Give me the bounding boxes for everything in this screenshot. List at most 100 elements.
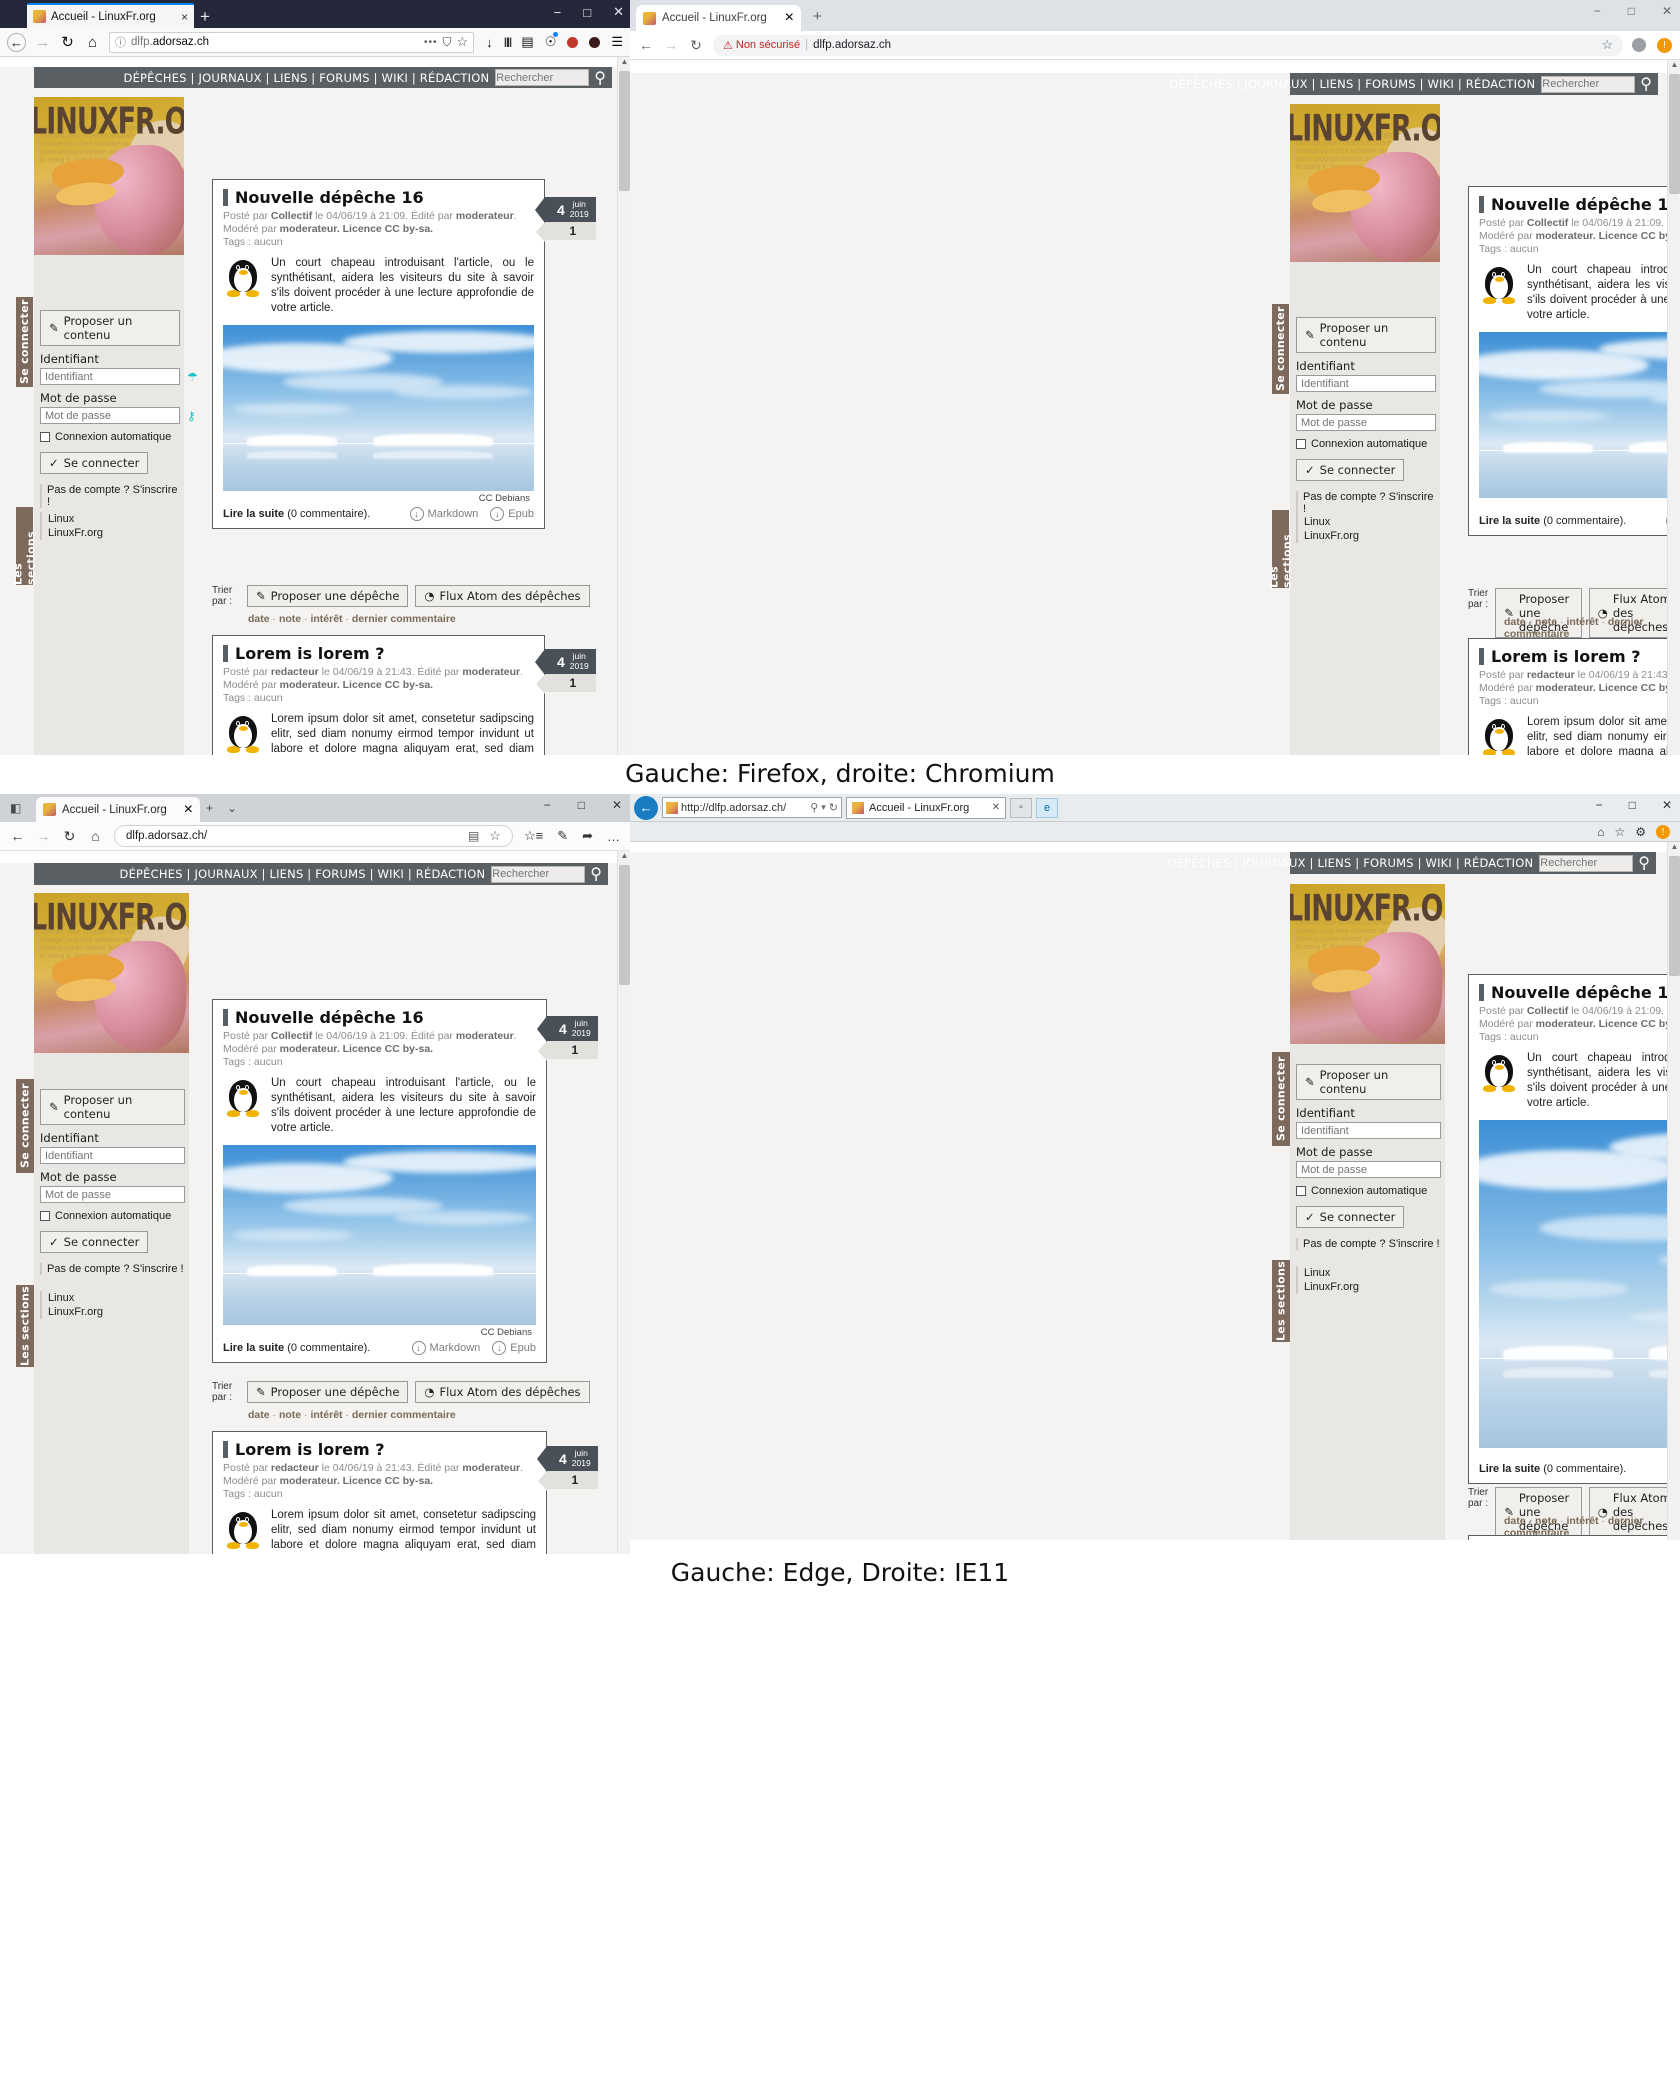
propose-depeche-button[interactable]: ✎ Proposer une dépêche bbox=[247, 1381, 409, 1403]
meta-license[interactable]: . Licence CC by-sa. bbox=[337, 679, 433, 691]
update-menu-icon[interactable]: ! bbox=[1657, 37, 1672, 53]
password-field[interactable]: ⚷ bbox=[40, 407, 196, 424]
search-icon[interactable]: ⚲ bbox=[810, 801, 818, 814]
meta-author[interactable]: redacteur bbox=[1527, 669, 1575, 681]
meta-moderator[interactable]: moderateur bbox=[1536, 230, 1593, 242]
ie11-tab[interactable]: Accueil - LinuxFr.org ✕ bbox=[846, 796, 1006, 819]
settings-icon[interactable]: … bbox=[607, 829, 620, 844]
close-tab-icon[interactable]: × bbox=[181, 10, 188, 24]
new-tab-button[interactable]: + bbox=[206, 801, 213, 815]
maximize-button[interactable]: □ bbox=[1628, 4, 1635, 18]
register-link[interactable]: Pas de compte ? S'inscrire ! bbox=[40, 484, 180, 508]
article-title[interactable]: Nouvelle dépêche 16 bbox=[1491, 195, 1680, 214]
sidebar-tab-sections[interactable]: Les sections bbox=[1268, 510, 1294, 588]
password-field[interactable] bbox=[40, 1186, 187, 1203]
minimize-button[interactable]: − bbox=[1594, 4, 1601, 18]
home-icon[interactable]: ⌂ bbox=[1597, 825, 1604, 839]
close-tab-icon[interactable]: × bbox=[785, 9, 794, 27]
search-icon[interactable]: ⚲ bbox=[590, 864, 602, 884]
minimize-button[interactable]: − bbox=[544, 798, 551, 812]
auto-login-checkbox[interactable] bbox=[1296, 1186, 1306, 1196]
home-button[interactable]: ⌂ bbox=[88, 828, 103, 844]
maximize-button[interactable]: □ bbox=[578, 798, 585, 812]
edge-tab[interactable]: Accueil - LinuxFr.org × bbox=[36, 797, 200, 822]
reload-button[interactable]: ↻ bbox=[688, 37, 704, 54]
meta-license[interactable]: . Licence CC by-sa. bbox=[337, 1043, 433, 1055]
page-scrollbar[interactable]: ▲ bbox=[617, 57, 630, 755]
identifier-field[interactable] bbox=[40, 1147, 187, 1164]
back-button[interactable]: ← bbox=[634, 795, 658, 820]
new-tab-button[interactable]: + bbox=[200, 7, 210, 27]
meta-author[interactable]: redacteur bbox=[271, 666, 319, 678]
search-input[interactable] bbox=[496, 70, 589, 85]
close-tab-icon[interactable]: ✕ bbox=[992, 802, 1000, 813]
page-actions-icon[interactable]: ••• bbox=[424, 37, 438, 48]
minimize-button[interactable]: − bbox=[554, 5, 562, 20]
page-scrollbar[interactable]: ▲ bbox=[1667, 842, 1680, 1540]
meta-moderator[interactable]: moderateur bbox=[1536, 682, 1593, 694]
auto-login-row[interactable]: Connexion automatique bbox=[1296, 438, 1436, 450]
identifier-input[interactable] bbox=[45, 370, 187, 383]
address-bar[interactable]: ⚠ Non sécurisé | dlfp.adorsaz.ch ☆ bbox=[713, 34, 1623, 56]
auto-login-row[interactable]: Connexion automatique bbox=[40, 1210, 185, 1222]
read-more-link[interactable]: Lire la suite bbox=[223, 1342, 284, 1354]
alert-icon[interactable]: ! bbox=[1656, 825, 1670, 839]
search-box[interactable] bbox=[495, 69, 590, 86]
maximize-button[interactable]: □ bbox=[1629, 798, 1636, 812]
section-item-linuxfr[interactable]: LinuxFr.org bbox=[48, 1305, 185, 1319]
firefox-tab[interactable]: Accueil - LinuxFr.org × bbox=[27, 3, 194, 28]
propose-depeche-button[interactable]: ✎ Proposer une dépêche bbox=[247, 585, 409, 607]
search-box[interactable] bbox=[1541, 75, 1636, 93]
search-icon[interactable]: ⚲ bbox=[594, 68, 606, 88]
meta-author[interactable]: Collectif bbox=[1527, 217, 1568, 229]
identifier-field[interactable] bbox=[1296, 375, 1443, 392]
password-input[interactable] bbox=[1301, 416, 1443, 429]
ublock-icon[interactable] bbox=[567, 36, 579, 48]
sort-option-dernier[interactable]: dernier commentaire bbox=[352, 1409, 456, 1421]
sort-option-date[interactable]: date bbox=[248, 1409, 270, 1421]
open-in-edge-icon[interactable]: e bbox=[1036, 797, 1058, 818]
reload-button[interactable]: ↻ bbox=[62, 828, 77, 845]
section-item-linux[interactable]: Linux bbox=[48, 512, 180, 526]
minimize-button[interactable]: − bbox=[1596, 798, 1603, 812]
new-tab-button[interactable]: + bbox=[813, 8, 822, 25]
epub-link[interactable]: ↓ Epub bbox=[490, 507, 534, 521]
meta-moderator[interactable]: moderateur bbox=[280, 1043, 337, 1055]
site-logo[interactable]: LINUXFR.ORG bbox=[1290, 108, 1440, 150]
home-button[interactable]: ⌂ bbox=[84, 34, 101, 51]
section-item-linuxfr[interactable]: LinuxFr.org bbox=[48, 526, 180, 540]
identifier-field[interactable] bbox=[1296, 1122, 1443, 1139]
site-logo[interactable]: LINUXFR.ORG bbox=[34, 897, 189, 939]
section-item-linuxfr[interactable]: LinuxFr.org bbox=[1304, 529, 1436, 543]
login-button[interactable]: ✓ Se connecter bbox=[1296, 1206, 1405, 1228]
article-title[interactable]: Lorem is lorem ? bbox=[235, 1440, 385, 1459]
propose-content-button[interactable]: ✎ Proposer un contenu bbox=[1296, 1064, 1441, 1100]
identifier-input[interactable] bbox=[1301, 377, 1443, 390]
login-button[interactable]: ✓ Se connecter bbox=[40, 1231, 149, 1253]
comment-badge[interactable]: 1 bbox=[538, 1471, 598, 1491]
identifier-field[interactable]: ☂ bbox=[40, 368, 198, 385]
read-more-link[interactable]: Lire la suite bbox=[1479, 1463, 1540, 1475]
download-icon[interactable]: ↓ bbox=[486, 35, 493, 50]
close-button[interactable]: ✕ bbox=[1662, 798, 1672, 812]
sidebar-tab-login[interactable]: Se connecter bbox=[16, 1079, 34, 1173]
section-item-linuxfr[interactable]: LinuxFr.org bbox=[1304, 1280, 1441, 1294]
auto-login-row[interactable]: Connexion automatique bbox=[1296, 1185, 1441, 1197]
tab-list-icon[interactable]: ⌄ bbox=[227, 801, 237, 815]
sidebar-tab-sections[interactable]: Les sections bbox=[16, 1285, 34, 1367]
meta-editor[interactable]: moderateur bbox=[456, 1030, 514, 1042]
favorites-icon[interactable]: ☆ bbox=[1614, 825, 1625, 839]
search-box[interactable] bbox=[1539, 854, 1634, 872]
read-more-link[interactable]: Lire la suite bbox=[223, 508, 284, 520]
new-tab-button[interactable]: ▫ bbox=[1010, 797, 1032, 818]
markdown-link[interactable]: ↓Markdown bbox=[409, 507, 478, 521]
security-warning[interactable]: ⚠ Non sécurisé bbox=[723, 39, 800, 52]
sidebar-tab-sections[interactable]: Les sections bbox=[12, 507, 38, 585]
section-item-linux[interactable]: Linux bbox=[48, 1291, 185, 1305]
address-bar[interactable]: ⓘ dlfp. adorsaz.ch ••• ⛉ ☆ bbox=[109, 31, 475, 53]
meta-author[interactable]: Collectif bbox=[271, 210, 312, 222]
article-title[interactable]: Nouvelle dépêche 16 bbox=[1491, 983, 1680, 1002]
sort-option-interet[interactable]: intérêt bbox=[310, 1409, 342, 1421]
share-icon[interactable]: ➦ bbox=[582, 828, 593, 844]
site-logo[interactable]: LINUXFR.ORG bbox=[34, 101, 184, 143]
